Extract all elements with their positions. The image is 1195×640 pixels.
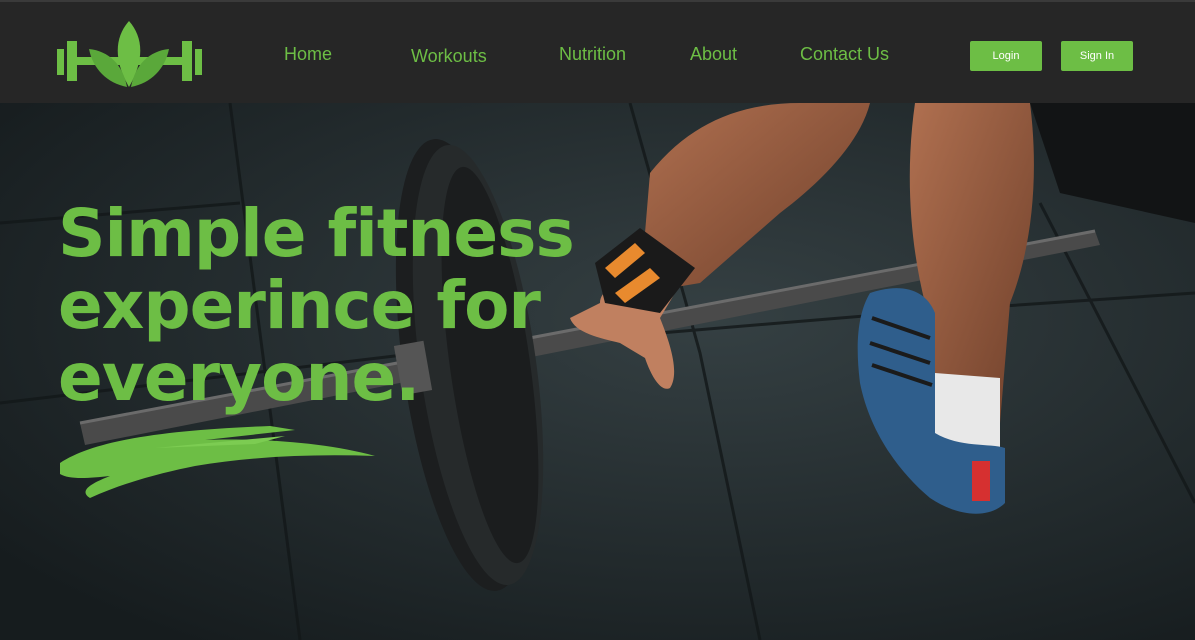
sign-in-button[interactable]: Sign In [1061, 41, 1133, 71]
nav-nutrition-link[interactable]: Nutrition [559, 44, 626, 65]
nav-home-link[interactable]: Home [284, 44, 332, 65]
nav-workouts-link[interactable]: Workouts [411, 46, 487, 67]
hero-headline: Simple fitness experince for everyone. [58, 198, 658, 414]
nav-about-link[interactable]: About [690, 44, 737, 65]
nav-contact-link[interactable]: Contact Us [800, 44, 889, 65]
headline-line-3: everyone. [58, 339, 420, 416]
headline-line-1: Simple fitness [58, 195, 575, 272]
navbar: Home Workouts Nutrition About Contact Us… [0, 0, 1195, 103]
dumbbell-leaf-logo-icon[interactable] [57, 19, 202, 91]
brush-stroke-decoration-icon [60, 426, 375, 498]
headline-line-2: experince for [58, 267, 541, 344]
hero-section: Simple fitness experince for everyone. [0, 103, 1195, 640]
login-button[interactable]: Login [970, 41, 1042, 71]
